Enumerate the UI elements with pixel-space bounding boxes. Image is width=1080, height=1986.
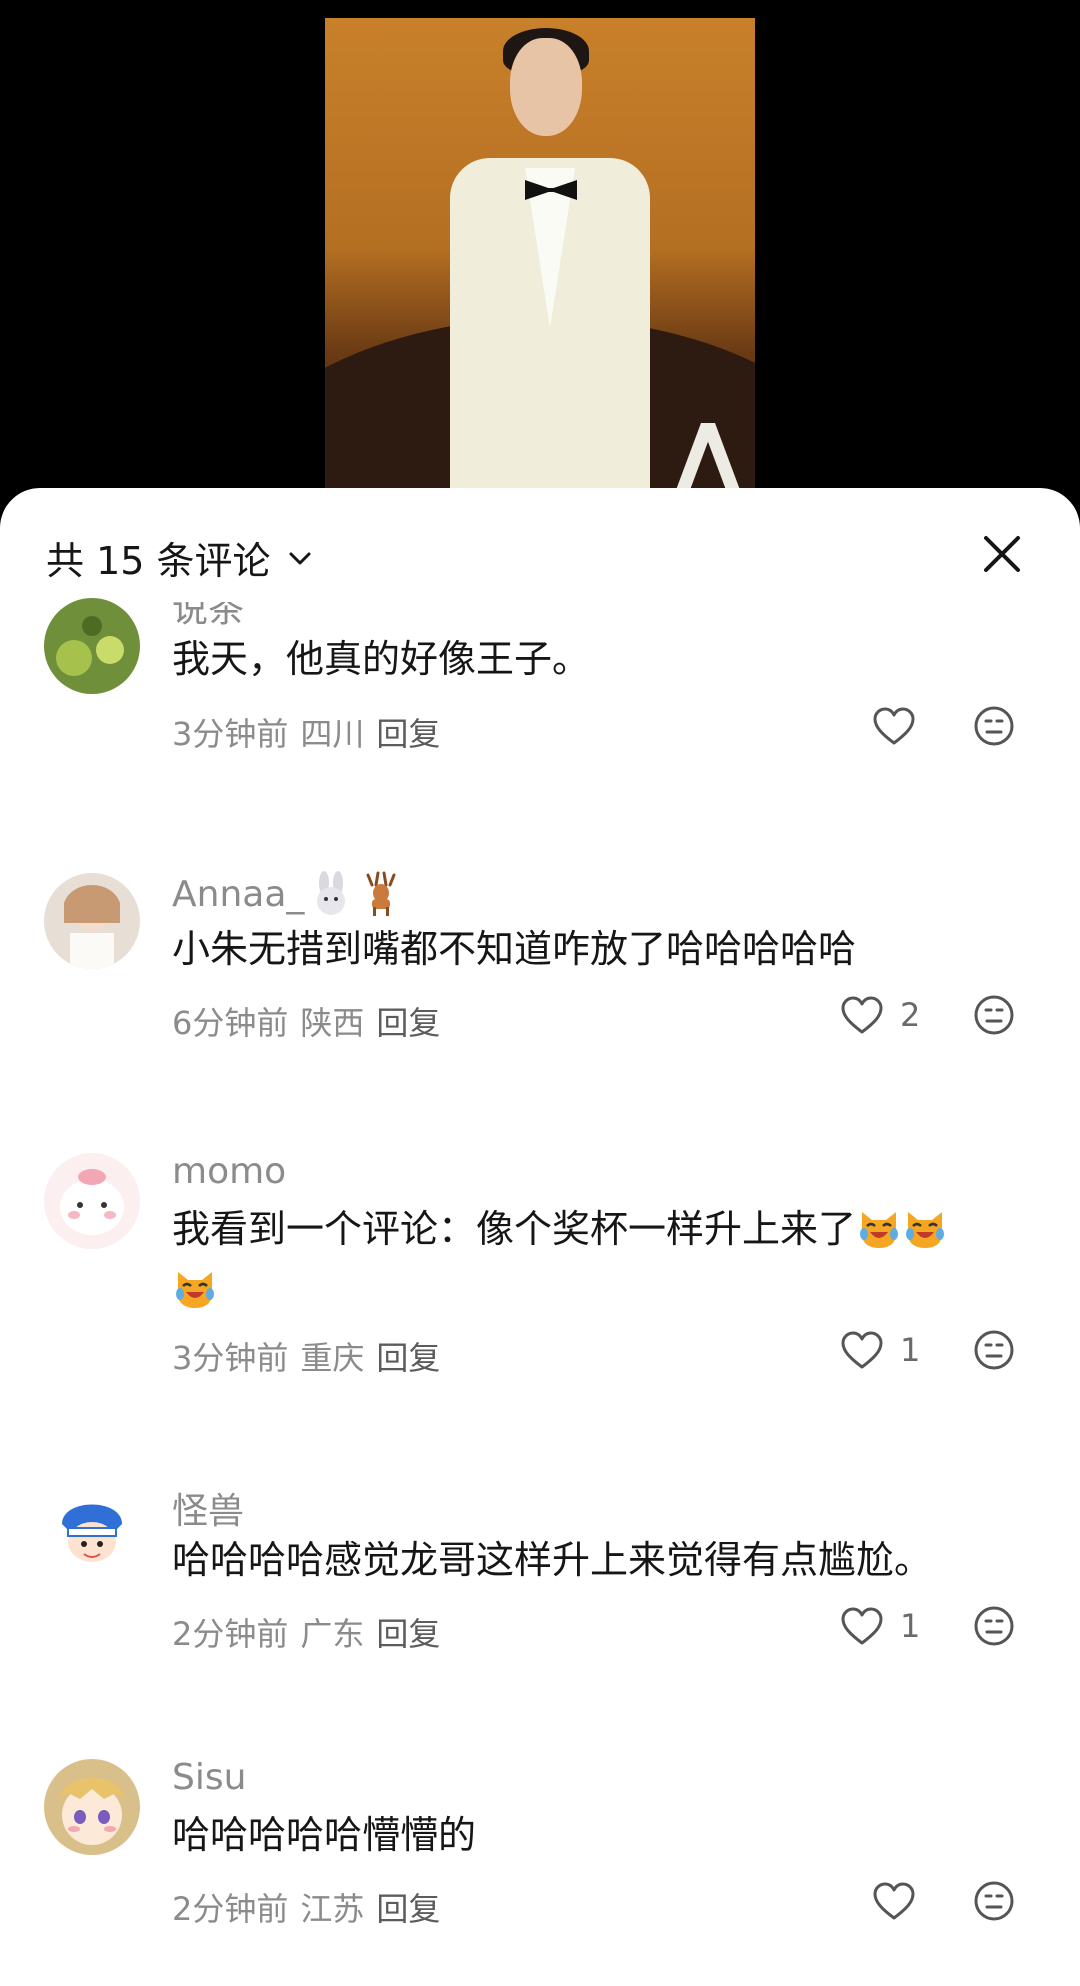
comment-location: 重庆: [300, 1339, 365, 1377]
comment-time: 2分钟前: [172, 1615, 289, 1653]
chevron-down-icon: [289, 552, 311, 564]
comment-meta: 3分钟前 四川 回复: [172, 709, 440, 755]
reply-button[interactable]: 回复: [376, 1609, 440, 1655]
dislike-face-icon[interactable]: [972, 1879, 1016, 1923]
avatar[interactable]: [44, 1484, 140, 1580]
heart-icon: [841, 996, 883, 1034]
reply-button[interactable]: 回复: [376, 1884, 440, 1930]
comment-text: 我看到一个评论：像个奖杯一样升上来了: [172, 1199, 1042, 1319]
close-icon[interactable]: [976, 528, 1028, 580]
comment-sheet-header: 共 15 条评论: [0, 488, 1080, 608]
heart-icon: [873, 1882, 915, 1920]
avatar[interactable]: [44, 1153, 140, 1249]
like-button[interactable]: [872, 1881, 916, 1921]
video-frame: [325, 18, 755, 498]
avatar[interactable]: [44, 873, 140, 969]
comment-username[interactable]: momo: [172, 1151, 286, 1192]
deer-emoji-icon: [366, 871, 396, 916]
like-button[interactable]: 1: [840, 1330, 920, 1370]
laughing-cat-emoji-icon: [176, 1272, 214, 1308]
dislike-face-icon[interactable]: [972, 1328, 1016, 1372]
comment-count-title: 共 15 条评论: [46, 539, 271, 583]
comment-location: 广东: [300, 1615, 365, 1653]
comment-text: 哈哈哈哈哈懵懵的: [172, 1813, 477, 1857]
heart-icon: [873, 707, 915, 745]
comment-username[interactable]: Annaa_: [172, 871, 404, 917]
comment-count-dropdown[interactable]: 共 15 条评论: [46, 530, 315, 585]
like-button[interactable]: 1: [840, 1606, 920, 1646]
comment-location: 江苏: [300, 1890, 365, 1928]
comment-meta: 6分钟前 陕西 回复: [172, 998, 440, 1044]
laughing-cat-emoji-icon: [860, 1212, 899, 1248]
like-button[interactable]: [872, 706, 916, 746]
comment-time: 3分钟前: [172, 1339, 289, 1377]
comment-meta: 2分钟前 江苏 回复: [172, 1884, 440, 1930]
comment-text: 哈哈哈哈感觉龙哥这样升上来觉得有点尴尬。: [172, 1538, 933, 1582]
comment-username[interactable]: Sisu: [172, 1757, 246, 1798]
comment-time: 3分钟前: [172, 715, 289, 753]
comment-username[interactable]: 怪兽: [172, 1482, 244, 1534]
avatar[interactable]: [44, 1759, 140, 1855]
video-player[interactable]: [0, 0, 1080, 500]
heart-icon: [841, 1331, 883, 1369]
heart-icon: [841, 1607, 883, 1645]
comment-meta: 2分钟前 广东 回复: [172, 1609, 440, 1655]
comment-meta: 3分钟前 重庆 回复: [172, 1333, 440, 1379]
like-count: 1: [900, 1331, 921, 1369]
laughing-cat-emoji-icon: [906, 1212, 945, 1248]
comment-location: 陕西: [300, 1004, 365, 1042]
comment-location: 四川: [300, 715, 365, 753]
comment-sheet: 共 15 条评论 说茶 我天，他真的好像王子。 3分钟前 四川 回复 Annaa…: [0, 488, 1080, 1986]
dislike-face-icon[interactable]: [972, 704, 1016, 748]
avatar[interactable]: [44, 598, 140, 694]
comment-text: 我天，他真的好像王子。: [172, 637, 591, 681]
dislike-face-icon[interactable]: [972, 993, 1016, 1037]
reply-button[interactable]: 回复: [376, 1333, 440, 1379]
dislike-face-icon[interactable]: [972, 1604, 1016, 1648]
like-count: 2: [900, 996, 921, 1034]
reply-button[interactable]: 回复: [376, 709, 440, 755]
reply-button[interactable]: 回复: [376, 998, 440, 1044]
like-button[interactable]: 2: [840, 995, 920, 1035]
comment-time: 2分钟前: [172, 1890, 289, 1928]
comment-text: 小朱无措到嘴都不知道咋放了哈哈哈哈哈: [172, 927, 857, 971]
comment-time: 6分钟前: [172, 1004, 289, 1042]
rabbit-emoji-icon: [317, 871, 346, 915]
like-count: 1: [900, 1607, 921, 1645]
